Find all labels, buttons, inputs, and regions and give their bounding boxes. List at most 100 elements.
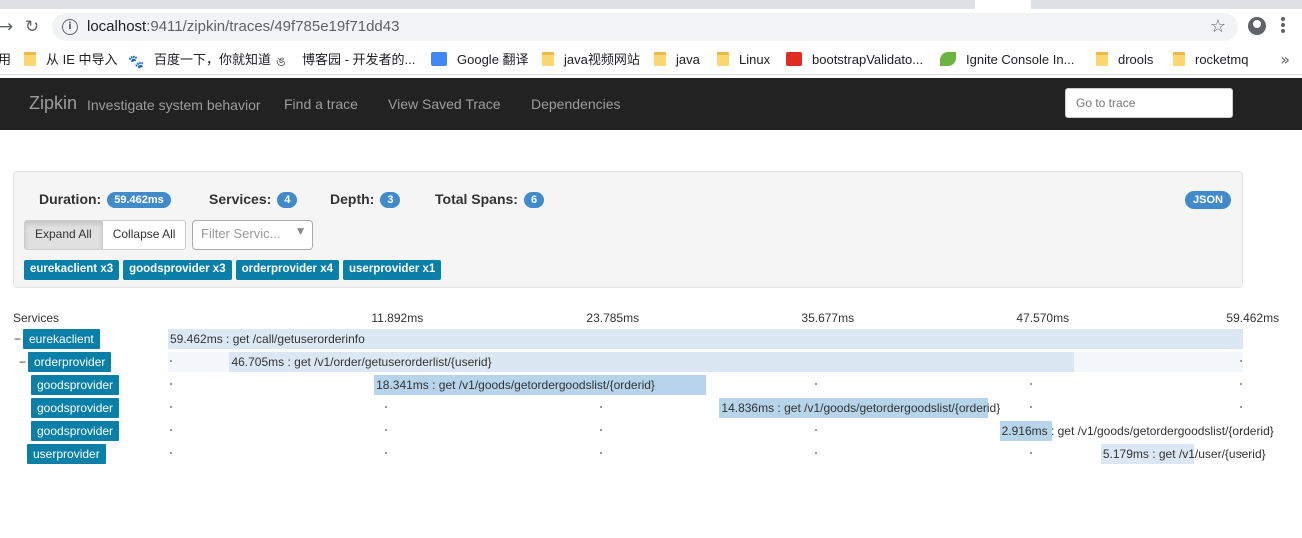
forward-icon[interactable]: → xyxy=(0,15,18,39)
chevron-down-icon: ▼ xyxy=(297,227,304,237)
grid-dot xyxy=(815,452,817,454)
collapse-toggle-icon[interactable]: − xyxy=(14,332,21,346)
span-track: 2.916ms : get /v1/goods/getordergoodslis… xyxy=(168,421,1274,441)
timeline-services-header: Services xyxy=(13,311,60,325)
grid-dot xyxy=(170,360,172,362)
brand-tagline: Investigate system behavior xyxy=(87,97,261,113)
service-tag[interactable]: eurekaclient x3 xyxy=(24,260,120,280)
bookmark-item[interactable]: ঙ 博客园 - 开发者的... xyxy=(276,52,415,70)
brand-logo[interactable]: Zipkin xyxy=(29,93,77,114)
span-service-label[interactable]: userprovider xyxy=(27,444,106,464)
bookmark-item[interactable]: java xyxy=(654,52,700,70)
span-duration-label: 46.705ms : get /v1/order/getuserorderlis… xyxy=(231,355,492,369)
bookmark-item[interactable]: 🐾 百度一下，你就知道 xyxy=(128,52,271,70)
services-stat: Services: 4 xyxy=(209,191,298,208)
bookmark-item[interactable]: Ignite Console In... xyxy=(940,52,1074,70)
bookmark-item[interactable]: Google 翻译 xyxy=(431,52,529,70)
leaf-icon xyxy=(940,52,956,66)
span-row[interactable]: userprovider 5.179ms : get /v1/user/{user… xyxy=(0,443,1302,465)
nav-dependencies[interactable]: Dependencies xyxy=(531,96,621,112)
grid-dot xyxy=(385,429,387,431)
folder-icon xyxy=(542,52,554,66)
grid-dot xyxy=(1240,406,1242,408)
site-info-icon[interactable]: i xyxy=(62,19,78,35)
span-service-label[interactable]: goodsprovider xyxy=(31,421,120,441)
nav-view-saved-trace[interactable]: View Saved Trace xyxy=(388,96,501,112)
span-track: 14.836ms : get /v1/goods/getordergoodsli… xyxy=(168,398,1243,418)
span-service-label[interactable]: goodsprovider xyxy=(31,375,120,395)
span-duration-label: 5.179ms : get /v1/user/{userid} xyxy=(1102,447,1266,461)
span-service-label[interactable]: goodsprovider xyxy=(31,398,120,418)
duration-badge: 59.462ms xyxy=(107,192,171,208)
bookmark-item[interactable]: 从 IE 中导入 xyxy=(24,52,118,70)
span-service-label[interactable]: eurekaclient xyxy=(23,329,100,349)
services-badge: 4 xyxy=(277,192,298,208)
span-track: 46.705ms : get /v1/order/getuserorderlis… xyxy=(168,352,1243,372)
grid-dot xyxy=(170,406,172,408)
collapse-toggle-icon[interactable]: − xyxy=(19,355,26,369)
depth-badge: 3 xyxy=(380,192,401,208)
bookmark-item[interactable]: rocketmq xyxy=(1173,52,1248,70)
active-tab[interactable] xyxy=(975,0,1031,9)
bookmarks-apps-label[interactable]: 用 xyxy=(0,52,11,70)
bookmark-item[interactable]: drools xyxy=(1096,52,1153,70)
browser-menu-icon[interactable] xyxy=(1280,15,1286,37)
profile-icon[interactable] xyxy=(1248,17,1266,35)
trace-summary-panel: Duration: 59.462ms Services: 4 Depth: 3 Tot… xyxy=(13,171,1243,288)
bookmark-item[interactable]: Linux xyxy=(717,52,770,70)
red-c-icon xyxy=(786,52,802,66)
timeline-tick-label: 35.677ms xyxy=(801,311,855,325)
blog-icon: ঙ xyxy=(276,54,286,69)
address-bar[interactable]: i localhost:9411/zipkin/traces/49f785e19… xyxy=(52,13,1238,41)
service-tag-list: eurekaclient x3 goodsprovider x3 orderpr… xyxy=(24,260,445,280)
grid-dot xyxy=(385,452,387,454)
span-row[interactable]: goodsprovider 14.836ms : get /v1/goods/ge… xyxy=(0,397,1302,419)
bookmark-star-icon[interactable]: ☆ xyxy=(1210,16,1226,37)
nav-find-trace[interactable]: Find a trace xyxy=(284,96,358,112)
grid-dot xyxy=(1030,406,1032,408)
json-button[interactable]: JSON xyxy=(1185,191,1231,209)
span-row[interactable]: − orderprovider 46.705ms : get /v1/order/g… xyxy=(0,351,1302,373)
filter-services-select[interactable]: Filter Servic... ▼ xyxy=(192,220,313,250)
filter-placeholder: Filter Servic... xyxy=(201,226,281,241)
grid-dot xyxy=(815,383,817,385)
timeline-tick-label: 11.892ms xyxy=(371,311,424,325)
span-duration-label: 2.916ms : get /v1/goods/getordergoodslis… xyxy=(1001,424,1274,438)
grid-dot xyxy=(170,383,172,385)
span-track: 18.341ms : get /v1/goods/getordergoodsli… xyxy=(168,375,1243,395)
folder-icon xyxy=(1173,52,1185,66)
folder-icon xyxy=(654,52,666,66)
service-tag[interactable]: userprovider x1 xyxy=(343,260,442,280)
expand-all-button[interactable]: Expand All xyxy=(24,220,103,250)
timeline-tick-label: 59.462ms xyxy=(1226,311,1280,325)
paw-icon: 🐾 xyxy=(128,54,145,69)
timeline-tick-label: 23.785ms xyxy=(586,311,640,325)
span-row[interactable]: goodsprovider 2.916ms : get /v1/goods/get… xyxy=(0,420,1302,442)
span-row[interactable]: − eurekaclient 59.462ms : get /call/getuse… xyxy=(0,328,1302,350)
chevron-double-right-icon[interactable]: » xyxy=(1280,50,1290,69)
span-service-label[interactable]: orderprovider xyxy=(28,352,112,372)
collapse-all-button[interactable]: Collapse All xyxy=(102,220,187,250)
span-duration-label: 14.836ms : get /v1/goods/getordergoodsli… xyxy=(721,401,1001,415)
trace-timeline: Services 11.892ms 23.785ms 35.677ms 47.570m… xyxy=(0,305,1302,475)
bookmark-item[interactable]: bootstrapValidato... xyxy=(786,52,923,70)
service-tag[interactable]: goodsprovider x3 xyxy=(123,260,232,280)
grid-dot xyxy=(600,406,602,408)
grid-dot xyxy=(815,429,817,431)
bookmark-item[interactable]: java视频网站 xyxy=(542,52,640,70)
url-text[interactable]: localhost:9411/zipkin/traces/49f785e19f7… xyxy=(87,18,399,35)
grid-dot xyxy=(170,452,172,454)
grid-dot xyxy=(1030,452,1032,454)
total-spans-stat: Total Spans: 6 xyxy=(435,191,545,208)
folder-icon xyxy=(1096,52,1108,66)
span-track: 5.179ms : get /v1/user/{userid} xyxy=(168,444,1266,464)
depth-stat: Depth: 3 xyxy=(330,191,401,208)
bookmarks-bar: 用 从 IE 中导入 🐾 百度一下，你就知道 ঙ 博客园 - 开发者的... Goo… xyxy=(0,45,1302,75)
reload-icon[interactable]: ↻ xyxy=(20,15,44,39)
go-to-trace-input[interactable] xyxy=(1065,88,1233,118)
browser-tab-strip xyxy=(0,0,1302,9)
google-translate-icon xyxy=(431,52,447,66)
service-tag[interactable]: orderprovider x4 xyxy=(235,260,340,280)
folder-icon xyxy=(717,52,729,66)
span-row[interactable]: goodsprovider 18.341ms : get /v1/goods/ge… xyxy=(0,374,1302,396)
